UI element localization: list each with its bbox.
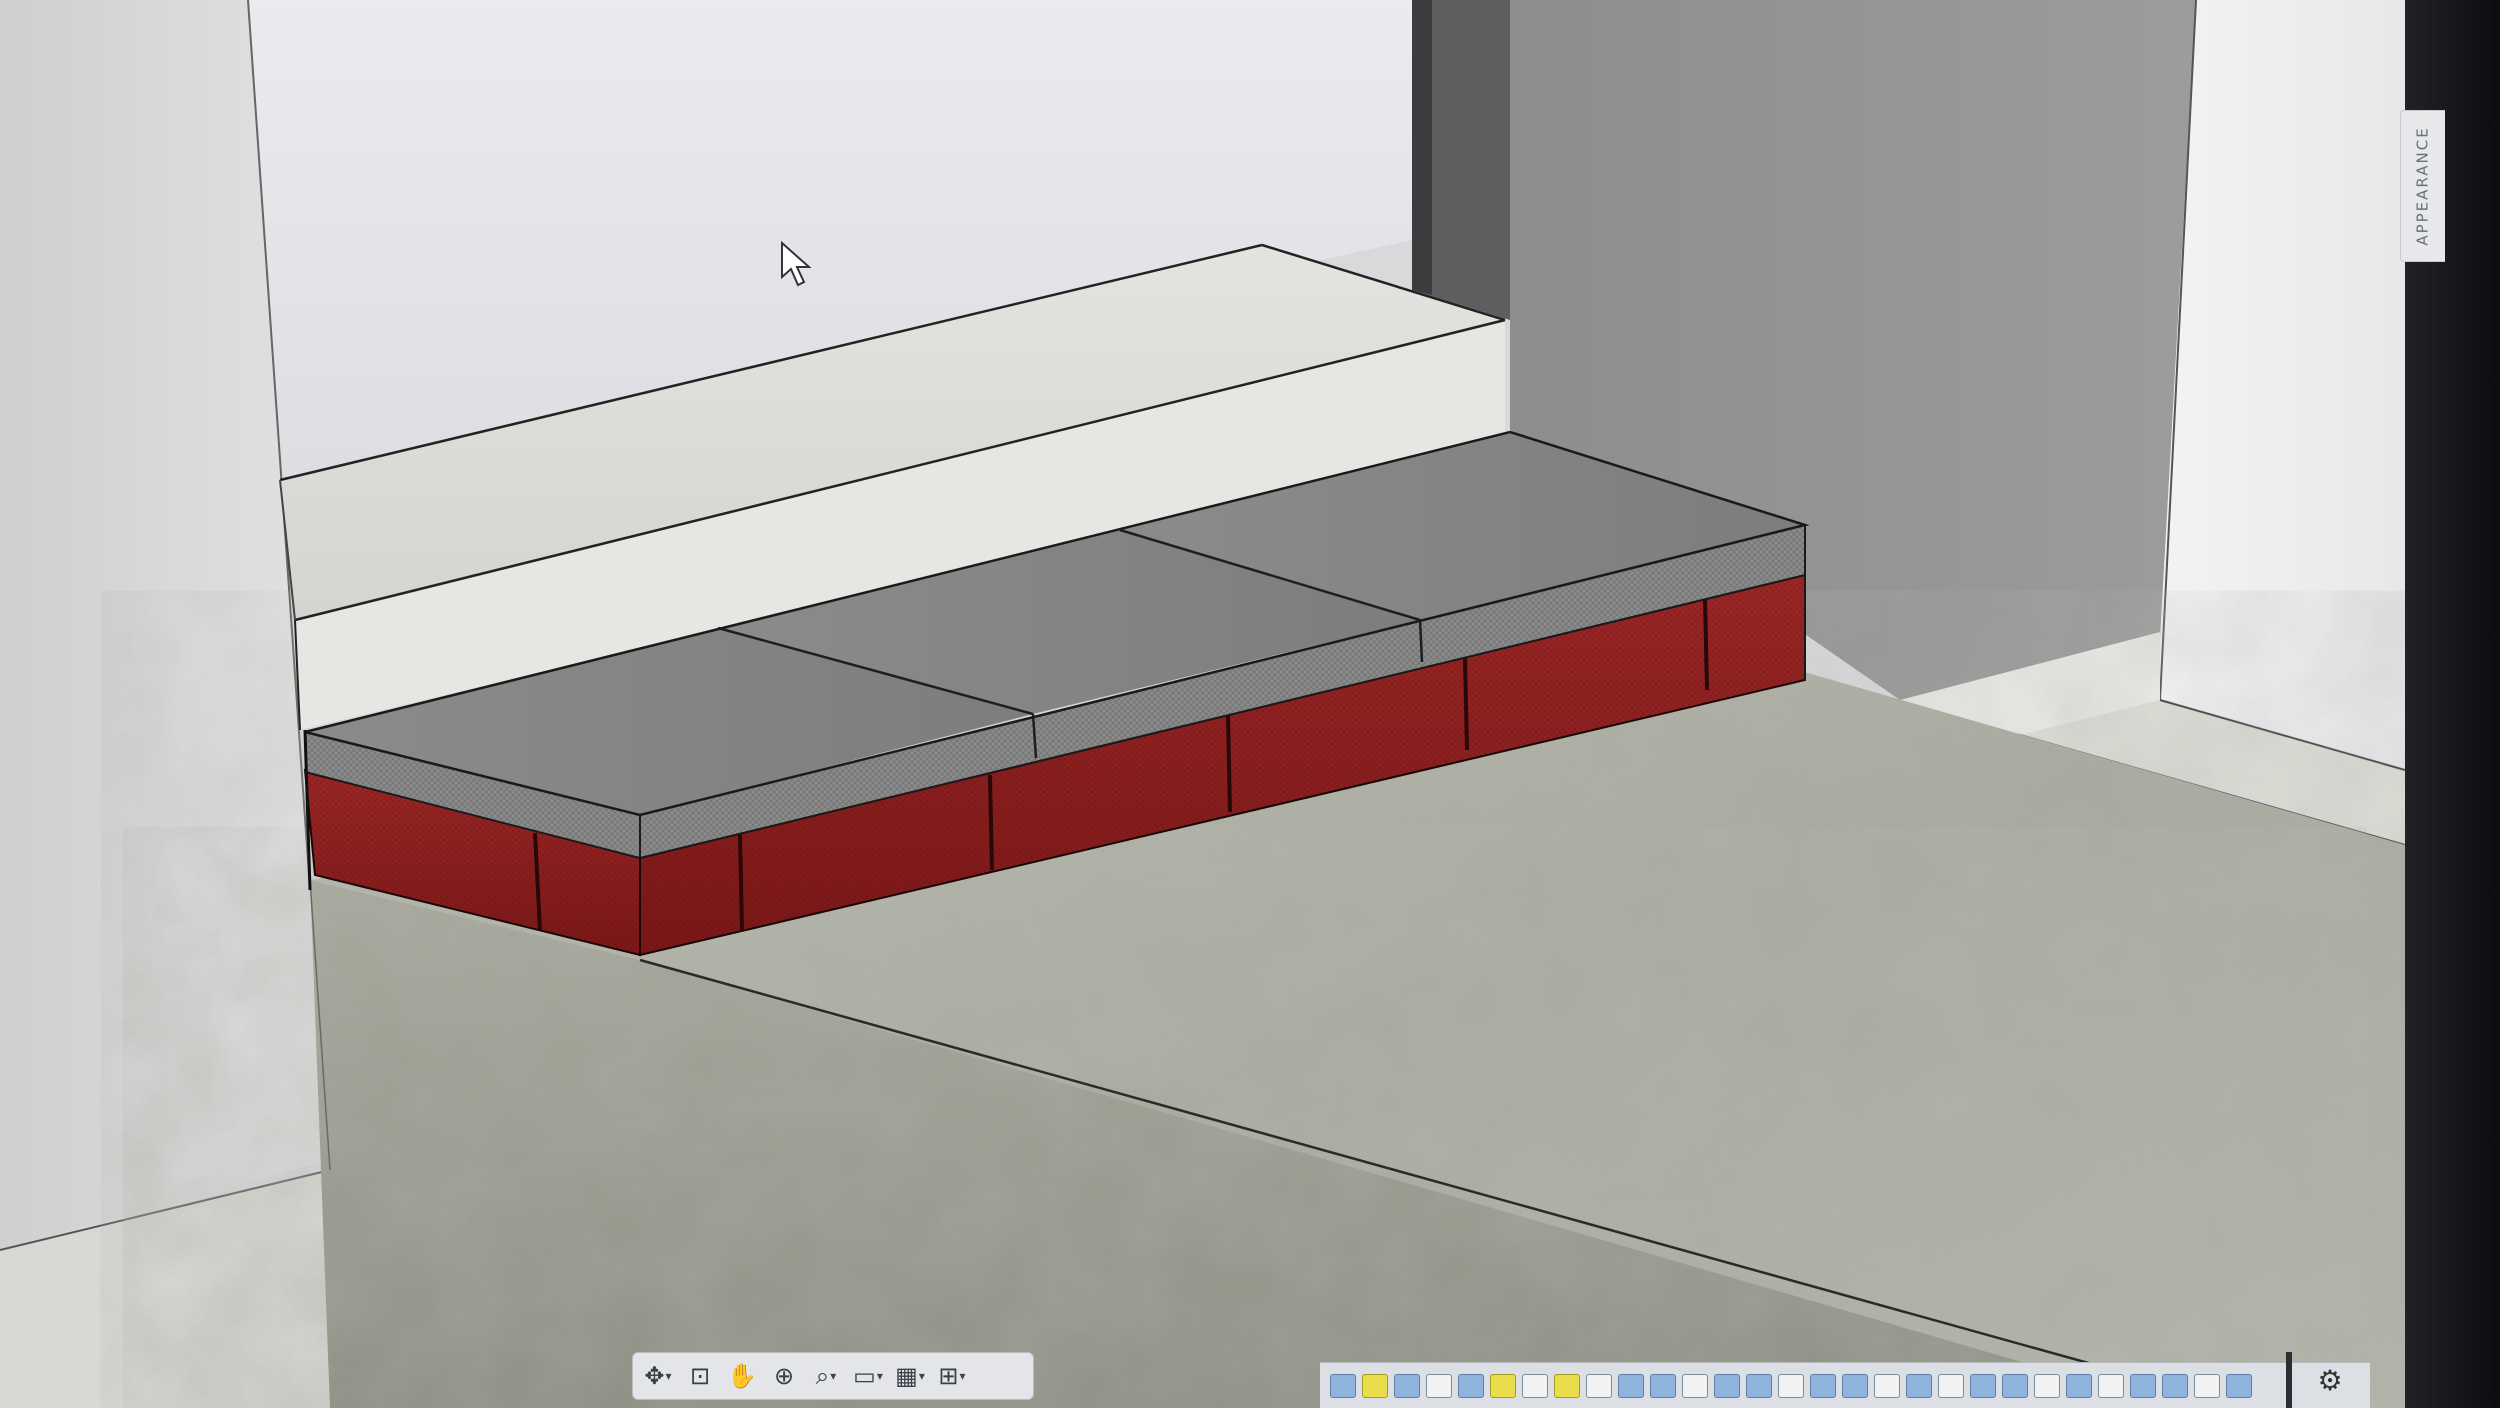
3d-viewport[interactable] [0, 0, 2500, 1408]
orbit-icon[interactable]: ✥ ▾ [639, 1357, 677, 1395]
timeline-feature[interactable] [1554, 1373, 1580, 1398]
timeline-feature[interactable] [1682, 1373, 1708, 1398]
timeline-feature[interactable] [2130, 1373, 2156, 1398]
timeline-feature[interactable] [1362, 1373, 1388, 1398]
viewports-icon[interactable]: ⊞ ▾ [933, 1357, 971, 1395]
timeline-feature[interactable] [2034, 1373, 2060, 1398]
timeline-feature[interactable] [1810, 1373, 1836, 1398]
timeline-feature[interactable] [1330, 1373, 1356, 1398]
timeline-feature[interactable] [1618, 1373, 1644, 1398]
appearance-panel-tab[interactable]: APPEARANCE [2400, 110, 2445, 262]
timeline-marker[interactable] [2286, 1352, 2292, 1408]
timeline-feature[interactable] [1650, 1373, 1676, 1398]
timeline-feature[interactable] [1458, 1373, 1484, 1398]
timeline-feature[interactable] [2098, 1373, 2124, 1398]
model-canvas[interactable] [0, 0, 2500, 1408]
far-wall [2160, 0, 2405, 770]
gear-icon[interactable]: ⚙ [2310, 1360, 2350, 1400]
timeline-feature[interactable] [2226, 1373, 2252, 1398]
timeline-feature[interactable] [1394, 1373, 1420, 1398]
pan-icon[interactable]: ✋ [723, 1357, 761, 1395]
timeline-feature[interactable] [1426, 1373, 1452, 1398]
timeline-feature[interactable] [1522, 1373, 1548, 1398]
timeline-feature[interactable] [2002, 1373, 2028, 1398]
timeline-feature[interactable] [1906, 1373, 1932, 1398]
timeline-feature[interactable] [1842, 1373, 1868, 1398]
timeline-feature[interactable] [1874, 1373, 1900, 1398]
timeline-bar [1320, 1362, 2370, 1408]
timeline-feature[interactable] [2066, 1373, 2092, 1398]
timeline-feature[interactable] [1938, 1373, 1964, 1398]
look-at-icon[interactable]: ⊡ [681, 1357, 719, 1395]
zoom-icon[interactable]: ⊕ [765, 1357, 803, 1395]
fit-icon[interactable]: ⌕ ▾ [807, 1357, 845, 1395]
timeline-feature[interactable] [2162, 1373, 2188, 1398]
timeline-feature[interactable] [2194, 1373, 2220, 1398]
display-settings-icon[interactable]: ▭ ▾ [849, 1357, 887, 1395]
timeline-feature[interactable] [1746, 1373, 1772, 1398]
appearance-label: APPEARANCE [2414, 126, 2432, 246]
timeline-feature[interactable] [1714, 1373, 1740, 1398]
timeline-feature[interactable] [1490, 1373, 1516, 1398]
timeline-feature[interactable] [1970, 1373, 1996, 1398]
navigation-toolbar: ✥ ▾ ⊡ ✋ ⊕ ⌕ ▾ ▭ ▾ ▦ ▾ ⊞ ▾ [632, 1352, 1034, 1400]
grid-icon[interactable]: ▦ ▾ [891, 1357, 929, 1395]
timeline-feature[interactable] [1586, 1373, 1612, 1398]
timeline-feature[interactable] [1778, 1373, 1804, 1398]
